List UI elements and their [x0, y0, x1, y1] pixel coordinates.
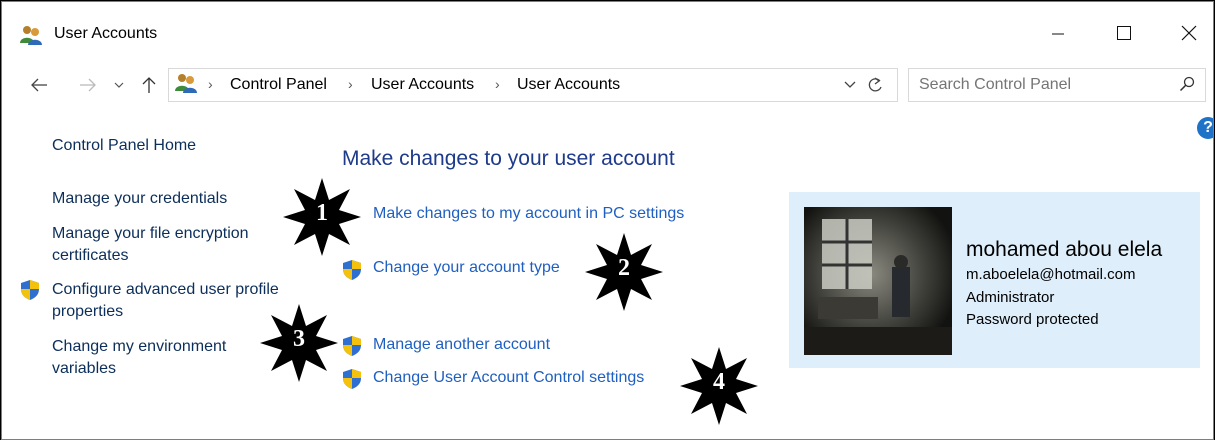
uac-shield-icon: [20, 279, 40, 306]
user-accounts-icon: [19, 24, 43, 51]
chevron-down-icon: [844, 81, 856, 88]
annotation-number: 2: [618, 255, 630, 281]
search-box[interactable]: [908, 68, 1206, 102]
user-email: m.aboelela@hotmail.com: [966, 266, 1136, 283]
user-name: mohamed abou elela: [966, 238, 1163, 261]
close-icon: [1181, 25, 1197, 41]
recent-locations-button[interactable]: [109, 72, 129, 98]
up-button[interactable]: [138, 72, 160, 98]
breadcrumb-separator-icon: ›: [348, 76, 353, 92]
user-avatar: [804, 207, 952, 355]
user-password-status: Password protected: [966, 311, 1099, 328]
refresh-icon: [868, 77, 882, 92]
control-panel-home-link[interactable]: Control Panel Home: [52, 135, 196, 157]
uac-shield-icon: [342, 368, 362, 395]
minimize-button[interactable]: [1035, 16, 1081, 50]
change-account-type-link[interactable]: Change your account type: [373, 259, 560, 277]
forward-button[interactable]: [75, 72, 101, 98]
annotation-number: 3: [293, 326, 305, 352]
back-button[interactable]: [26, 72, 52, 98]
annotation-star-1: 1: [283, 178, 361, 256]
help-icon[interactable]: ?: [1197, 117, 1213, 139]
breadcrumb-user-accounts[interactable]: User Accounts: [371, 76, 474, 94]
user-role: Administrator: [966, 289, 1055, 306]
annotation-star-2: 2: [585, 233, 663, 311]
refresh-button[interactable]: [865, 73, 887, 95]
maximize-button[interactable]: [1101, 16, 1147, 50]
manage-another-account-link[interactable]: Manage another account: [373, 336, 550, 354]
forward-arrow-icon: [80, 78, 96, 92]
pc-settings-link[interactable]: Make changes to my account in PC setting…: [373, 205, 684, 223]
search-input[interactable]: [917, 73, 1171, 97]
uac-settings-link[interactable]: Change User Account Control settings: [373, 369, 644, 387]
breadcrumb-separator-icon: ›: [495, 76, 500, 92]
page-title: Make changes to your user account: [342, 147, 675, 170]
breadcrumb-control-panel[interactable]: Control Panel: [230, 76, 327, 94]
annotation-star-3: 3: [260, 304, 338, 382]
back-arrow-icon: [31, 78, 47, 92]
change-environment-variables-link[interactable]: Change my environment variables: [52, 336, 262, 380]
window-title: User Accounts: [54, 25, 158, 42]
minimize-icon: [1052, 33, 1064, 35]
control-panel-icon: [174, 72, 198, 99]
annotation-number: 4: [713, 369, 725, 395]
maximize-icon: [1117, 26, 1131, 40]
manage-file-encryption-link[interactable]: Manage your file encryption certificates: [52, 223, 282, 267]
manage-credentials-link[interactable]: Manage your credentials: [52, 188, 227, 210]
up-arrow-icon: [142, 77, 156, 93]
annotation-star-4: 4: [680, 347, 758, 425]
breadcrumb-user-accounts-current[interactable]: User Accounts: [517, 76, 620, 94]
search-icon[interactable]: [1179, 76, 1195, 97]
chevron-down-icon: [114, 82, 124, 88]
user-accounts-window: User Accounts › Control Panel › User Acc…: [1, 1, 1214, 440]
annotation-number: 1: [316, 200, 328, 226]
uac-shield-icon: [342, 335, 362, 362]
breadcrumb-separator-icon: ›: [208, 76, 213, 92]
configure-profile-properties-link[interactable]: Configure advanced user profile properti…: [52, 279, 282, 323]
uac-shield-icon: [342, 259, 362, 286]
close-button[interactable]: [1166, 16, 1212, 50]
address-dropdown-button[interactable]: [840, 74, 860, 94]
